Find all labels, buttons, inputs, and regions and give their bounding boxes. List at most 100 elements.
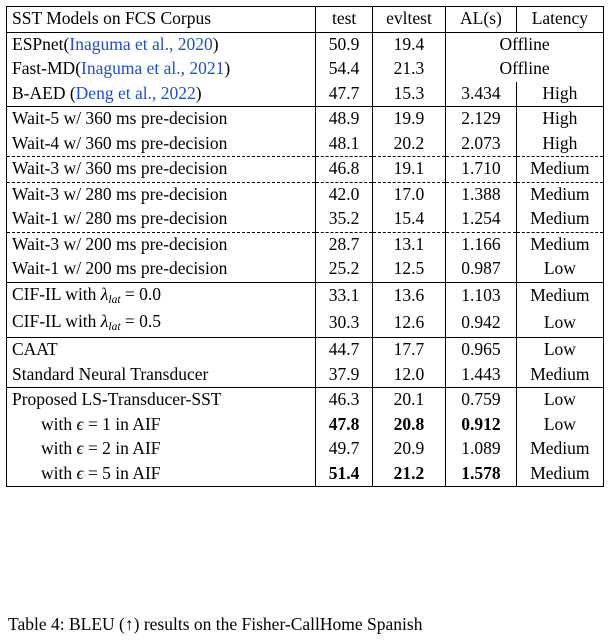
latency-merged-cell: Offline <box>445 32 604 57</box>
test-score-cell: 28.7 <box>315 232 373 257</box>
text-run: CAAT <box>12 339 58 360</box>
model-name-cell: Wait-4 w/ 360 ms pre-decision <box>6 131 316 157</box>
al-cell: 1.166 <box>445 232 517 257</box>
evltest-score-cell: 17.7 <box>371 337 446 363</box>
table-row: CIF-IL with λlat = 0.5 30.3 12.6 0.942 Low <box>6 309 604 339</box>
latency-cell: Medium <box>515 156 604 183</box>
table-row: ESPnet(Inaguma et al., 2020) 50.9 19.4 Offl… <box>7 32 604 57</box>
latency-cell: Low <box>515 337 604 363</box>
test-score-cell: 44.7 <box>315 337 373 363</box>
text-run: Wait-3 w/ 360 ms pre-decision <box>12 158 228 178</box>
math-symbol: ϵ <box>76 438 84 459</box>
evltest-score-cell: 19.1 <box>371 156 446 183</box>
table-row: Wait-1 w/ 200 ms pre-decision 25.2 12.5 0.9… <box>6 257 604 283</box>
test-score-cell: 47.7 <box>315 81 373 107</box>
table-row: Wait-5 w/ 360 ms pre-decision 48.9 19.9 2.1… <box>7 106 604 132</box>
math-symbol: ϵ <box>76 462 84 483</box>
latency-cell: Medium <box>515 437 604 462</box>
test-score-cell: 30.3 <box>315 309 373 339</box>
text-run: = 0.0 <box>120 283 162 304</box>
latency-merged-cell: Offline <box>445 57 604 82</box>
al-cell: 1.254 <box>445 207 517 233</box>
test-score-cell: 48.9 <box>315 106 373 132</box>
text-run: CIF-IL with <box>12 283 101 304</box>
evltest-score-cell: 20.9 <box>371 437 446 462</box>
results-table: SST Models on FCS Corpus test evltest AL(s)… <box>6 6 604 488</box>
table-row: CAAT 44.7 17.7 0.965 Low <box>7 337 604 363</box>
test-score-cell: 35.2 <box>315 207 373 233</box>
al-cell: 1.103 <box>445 282 517 310</box>
model-name-cell: ESPnet(Inaguma et al., 2020) <box>7 32 316 57</box>
test-score-cell: 47.8 <box>315 412 373 438</box>
al-cell: 0.912 <box>445 412 517 438</box>
model-name-cell: Proposed LS-Transducer-SST <box>7 388 316 413</box>
table-caption: Table 4: BLEU (↑) results on the Fisher-… <box>8 614 423 634</box>
table-row: with ϵ = 1 in AIF 47.8 20.8 0.912 Low <box>7 412 604 438</box>
test-score-cell: 37.9 <box>315 362 373 389</box>
latency-cell: Low <box>515 412 604 438</box>
text-run: B-AED ( <box>12 82 76 103</box>
text-run: Wait-4 w/ 360 ms pre-decision <box>12 132 228 153</box>
text-run: Wait-5 w/ 360 ms pre-decision <box>12 108 228 128</box>
text-run: = 5 in AIF <box>83 462 161 483</box>
test-score-cell: 25.2 <box>315 257 373 283</box>
model-name-cell: Wait-1 w/ 200 ms pre-decision <box>6 257 316 283</box>
model-name-cell: CAAT <box>7 338 316 363</box>
citation-link[interactable]: Deng et al., 2022 <box>76 83 196 103</box>
evltest-score-cell: 20.8 <box>371 412 446 438</box>
model-name-cell: Standard Neural Transducer <box>6 362 316 389</box>
evltest-score-cell: 13.6 <box>371 282 446 310</box>
evltest-score-cell: 21.3 <box>371 57 446 82</box>
model-name-cell: Wait-1 w/ 280 ms pre-decision <box>6 207 316 233</box>
latency-cell: Medium <box>515 182 604 207</box>
evltest-score-cell: 12.0 <box>371 362 446 389</box>
table-row: Standard Neural Transducer 37.9 12.0 1.443 M… <box>6 362 604 389</box>
model-name-cell: with ϵ = 1 in AIF <box>7 413 316 438</box>
model-name-cell: Wait-3 w/ 280 ms pre-decision <box>7 182 316 207</box>
table-body: SST Models on FCS Corpus test evltest AL(s)… <box>6 6 604 487</box>
latency-cell: Medium <box>515 232 604 257</box>
text-run: Wait-1 w/ 280 ms pre-decision <box>12 208 228 228</box>
math-subscript: lat <box>108 293 121 306</box>
test-score-cell: 46.3 <box>315 387 373 413</box>
al-cell: 2.073 <box>445 131 517 157</box>
table-row: B-AED (Deng et al., 2022) 47.7 15.3 3.434 Hi… <box>6 81 604 107</box>
evltest-score-cell: 12.5 <box>371 257 446 283</box>
text-run: Fast-MD( <box>12 58 82 78</box>
test-score-cell: 50.9 <box>315 32 373 57</box>
al-cell: 0.965 <box>445 337 517 363</box>
text-run: CIF-IL with <box>12 310 101 331</box>
text-run: Standard Neural Transducer <box>12 363 209 384</box>
evltest-score-cell: 17.0 <box>371 182 446 207</box>
citation-link[interactable]: Inaguma et al., 2020 <box>69 34 212 54</box>
text-run: ESPnet( <box>12 33 70 54</box>
al-cell: 0.942 <box>445 309 517 339</box>
math-subscript: lat <box>108 320 121 333</box>
text-run: ) <box>224 58 231 78</box>
table-row: CIF-IL with λlat = 0.0 33.1 13.6 1.103 Mediu… <box>7 282 604 310</box>
model-name-cell: Wait-5 w/ 360 ms pre-decision <box>7 107 316 132</box>
table-header-row: SST Models on FCS Corpus test evltest AL(s)… <box>6 6 604 33</box>
column-header-0: SST Models on FCS Corpus <box>6 6 316 33</box>
column-header-1: test <box>315 6 373 33</box>
text-run: with <box>41 413 77 434</box>
text-run: Wait-3 w/ 280 ms pre-decision <box>12 183 228 204</box>
al-cell: 0.759 <box>445 387 517 413</box>
table-row: with ϵ = 5 in AIF 51.4 21.2 1.578 Medium <box>7 461 604 487</box>
table-row: Proposed LS-Transducer-SST 46.3 20.1 0.759 L… <box>7 387 604 413</box>
al-cell: 2.129 <box>445 106 517 132</box>
text-run: Wait-3 w/ 200 ms pre-decision <box>12 233 228 254</box>
evltest-score-cell: 12.6 <box>371 309 446 339</box>
citation-link[interactable]: Inaguma et al., 2021 <box>81 58 224 78</box>
al-cell: 1.578 <box>445 461 517 487</box>
text-run: with <box>41 462 77 483</box>
latency-cell: Low <box>515 309 604 339</box>
text-run: ) <box>195 82 202 103</box>
table-row: Wait-1 w/ 280 ms pre-decision 35.2 15.4 1.2… <box>6 207 604 233</box>
latency-cell: Medium <box>515 282 604 310</box>
text-run: = 2 in AIF <box>83 438 161 459</box>
test-score-cell: 54.4 <box>315 57 373 82</box>
table-row: Wait-3 w/ 280 ms pre-decision 42.0 17.0 1.3… <box>7 182 604 207</box>
table-row: Wait-3 w/ 200 ms pre-decision 28.7 13.1 1.1… <box>7 232 604 257</box>
table-row: Wait-3 w/ 360 ms pre-decision 46.8 19.1 1.7… <box>6 156 604 183</box>
